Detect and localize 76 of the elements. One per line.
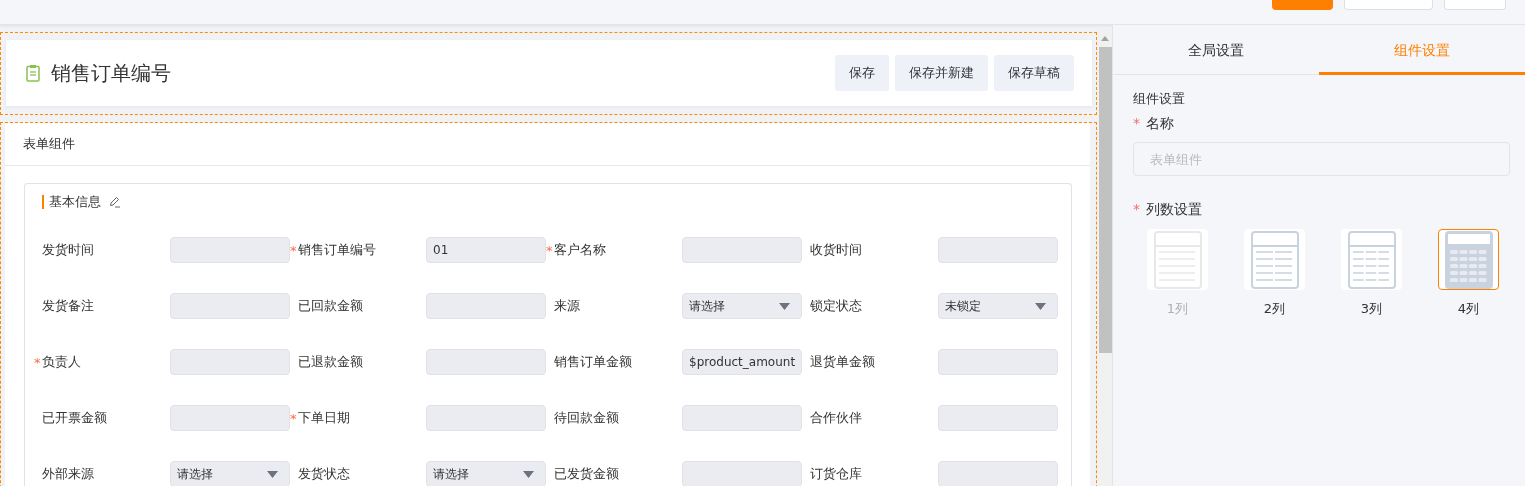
required-asterisk: * xyxy=(1133,201,1140,217)
field-label: 外部来源 xyxy=(42,465,94,483)
option-label: 2列 xyxy=(1263,300,1286,318)
toolbar-button[interactable] xyxy=(1272,0,1333,10)
name-input-field[interactable]: 表单组件 xyxy=(1133,142,1510,176)
table-layout-icon xyxy=(1444,230,1493,289)
scrollbar-thumb[interactable] xyxy=(1098,47,1112,353)
input-field[interactable] xyxy=(170,237,290,263)
input-field[interactable] xyxy=(426,349,546,375)
select-field[interactable]: 请选择 xyxy=(170,461,290,486)
field-label: 收货时间 xyxy=(810,241,862,259)
required-asterisk: * xyxy=(34,354,42,370)
input-field[interactable] xyxy=(426,405,546,431)
caret-icon xyxy=(267,470,278,478)
select-field[interactable]: 请选择 xyxy=(682,293,802,319)
group-title: 基本信息 xyxy=(42,194,101,209)
caret-icon xyxy=(1035,302,1046,310)
input-field[interactable] xyxy=(170,349,290,375)
input-field[interactable] xyxy=(170,293,290,319)
required-asterisk: * xyxy=(290,242,298,258)
field-label: 负责人 xyxy=(42,353,81,371)
header-button[interactable]: 保存 xyxy=(835,55,889,91)
input-field[interactable] xyxy=(682,237,802,263)
required-asterisk: * xyxy=(290,410,298,426)
tab[interactable]: 全局设置 xyxy=(1113,25,1319,74)
field-label: 列数设置 xyxy=(1146,201,1202,217)
select-field[interactable]: 未锁定 xyxy=(938,293,1058,319)
input-field[interactable] xyxy=(426,293,546,319)
pencil-icon[interactable] xyxy=(109,195,121,208)
scrollbar[interactable] xyxy=(1098,27,1112,486)
input-field[interactable]: $product_amount xyxy=(682,349,802,375)
field-label: 合作伙伴 xyxy=(810,409,862,427)
field-label: 已发货金额 xyxy=(554,465,619,483)
field-label: 来源 xyxy=(554,297,580,315)
section-title: 组件设置 xyxy=(1133,90,1186,108)
field-label: 发货时间 xyxy=(42,241,94,259)
field-label: 订货仓库 xyxy=(810,465,862,483)
input-field[interactable] xyxy=(682,405,802,431)
table-layout-icon xyxy=(1250,230,1299,289)
field-label: 发货状态 xyxy=(298,465,350,483)
input-field[interactable]: 01 xyxy=(426,237,546,263)
required-asterisk: * xyxy=(1133,115,1140,131)
field-label: 锁定状态 xyxy=(810,297,862,315)
field-label: 销售订单编号 xyxy=(298,241,376,259)
caret-icon xyxy=(779,302,790,310)
input-field[interactable] xyxy=(938,461,1058,486)
table-layout-icon xyxy=(1347,230,1396,289)
column-layout-option[interactable] xyxy=(1244,229,1305,290)
field-label: 退货单金额 xyxy=(810,353,875,371)
clipboard-icon xyxy=(26,64,40,82)
column-layout-option[interactable] xyxy=(1438,229,1499,290)
input-field[interactable] xyxy=(682,461,802,486)
option-label: 4列 xyxy=(1457,300,1480,318)
option-label: 3列 xyxy=(1360,300,1383,318)
section-title: 表单组件 xyxy=(5,123,1090,166)
required-asterisk: * xyxy=(546,242,554,258)
field-label: 已回款金额 xyxy=(298,297,363,315)
header-button[interactable]: 保存草稿 xyxy=(994,55,1074,91)
input-field[interactable] xyxy=(938,237,1058,263)
select-field[interactable]: 请选择 xyxy=(426,461,546,486)
page-title: 销售订单编号 xyxy=(51,59,171,87)
field-label: 客户名称 xyxy=(554,241,606,259)
input-field[interactable] xyxy=(938,349,1058,375)
caret-icon xyxy=(523,470,534,478)
input-field[interactable] xyxy=(938,405,1058,431)
option-label: 1列 xyxy=(1166,300,1189,318)
field-label: 下单日期 xyxy=(298,409,350,427)
field-label: 待回款金额 xyxy=(554,409,619,427)
field-label: 发货备注 xyxy=(42,297,94,315)
field-label: 已开票金额 xyxy=(42,409,107,427)
column-layout-option[interactable] xyxy=(1341,229,1402,290)
field-label: 已退款金额 xyxy=(298,353,363,371)
header-button[interactable]: 保存并新建 xyxy=(895,55,988,91)
field-label: 销售订单金额 xyxy=(554,353,632,371)
field-label: 名称 xyxy=(1146,115,1174,131)
input-field[interactable] xyxy=(170,405,290,431)
